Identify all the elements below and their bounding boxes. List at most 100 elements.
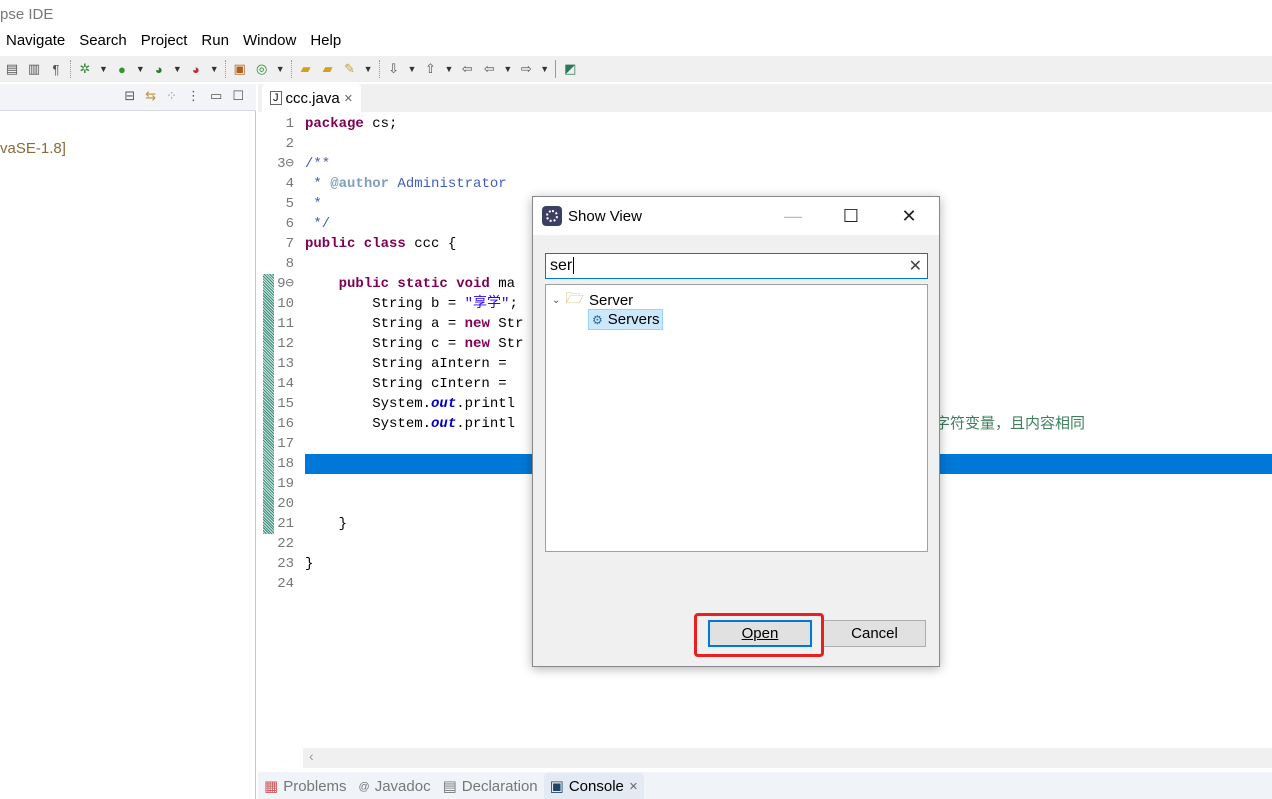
new-class-icon[interactable]: ◎ xyxy=(254,61,270,77)
code-line: /** xyxy=(305,156,331,172)
minimize-icon[interactable]: ▭ xyxy=(210,88,222,104)
run-icon[interactable]: ● xyxy=(114,61,130,77)
coverage-icon[interactable]: ◕ xyxy=(151,61,167,77)
external-tools-icon[interactable]: ◕ xyxy=(188,61,204,77)
cancel-button[interactable]: Cancel xyxy=(823,620,926,647)
tab-javadoc[interactable]: @ Javadoc xyxy=(353,774,437,799)
chevron-down-icon[interactable]: ⌄ xyxy=(552,295,560,306)
menu-navigate[interactable]: Navigate xyxy=(6,32,65,54)
show-view-dialog: Show View — ☐ ✕ ser ✕ ⌄ 🗁 Server ⚙ Serve… xyxy=(532,196,940,667)
pin-editor-icon[interactable]: ◩ xyxy=(562,61,578,77)
line-number: 13 xyxy=(277,356,294,372)
toolbar: ▤ ▥ ¶ ✲ ▼ ● ▼ ◕ ▼ ◕ ▼ ▣ ◎ ▼ ▰ ▰ ✎ ▼ ⇩ ▼ ⇧ ▼ ⇦ ⇦ ▼… xyxy=(0,56,1272,82)
menu-search[interactable]: Search xyxy=(79,32,127,54)
tree-node-servers[interactable]: ⚙ Servers xyxy=(588,309,664,330)
dropdown-icon[interactable]: ▼ xyxy=(364,64,373,74)
search-icon[interactable]: ✎ xyxy=(342,61,358,77)
code-comment: 字符变量，且内容相同 xyxy=(935,415,1086,432)
new-package-icon[interactable]: ▣ xyxy=(232,61,248,77)
line-number: 6 xyxy=(285,216,294,232)
button-label: Cancel xyxy=(851,625,898,642)
forward-icon[interactable]: ⇨ xyxy=(518,61,534,77)
dropdown-icon[interactable]: ▼ xyxy=(173,64,182,74)
line-number: 14 xyxy=(277,376,294,392)
dialog-title-bar: Show View — ☐ ✕ xyxy=(533,197,939,235)
jre-library-item[interactable]: vaSE-1.8] xyxy=(0,140,66,157)
toggle-icon[interactable]: ▤ xyxy=(4,61,20,77)
back-icon[interactable]: ⇦ xyxy=(481,61,497,77)
tab-ccc-java[interactable]: J ccc.java ✕ xyxy=(262,84,361,112)
filter-input[interactable]: ser ✕ xyxy=(545,253,928,279)
dialog-title: Show View xyxy=(568,207,642,225)
dropdown-icon[interactable]: ▼ xyxy=(99,64,108,74)
dropdown-icon[interactable]: ▼ xyxy=(408,64,417,74)
line-number: 18 xyxy=(277,456,294,472)
menu-bar: Navigate Search Project Run Window Help xyxy=(0,30,1272,54)
code-line: */ xyxy=(305,216,331,232)
code-line: public static void ma xyxy=(338,276,516,292)
problems-icon: ▦ xyxy=(264,778,279,795)
code-line: String cIntern = xyxy=(305,376,516,392)
code-line: } xyxy=(305,516,348,532)
line-number: 9⊖ xyxy=(277,276,294,292)
line-number: 3⊖ xyxy=(277,156,294,172)
code-line: String a = new Str xyxy=(305,316,524,332)
block-icon[interactable]: ▥ xyxy=(26,61,42,77)
node-label: Servers xyxy=(607,311,660,328)
whitespace-icon[interactable]: ¶ xyxy=(48,61,64,77)
dropdown-icon[interactable]: ▼ xyxy=(136,64,145,74)
horizontal-scrollbar[interactable]: ‹ xyxy=(303,748,1272,768)
scroll-left-icon[interactable]: ‹ xyxy=(309,748,314,764)
line-number: 17 xyxy=(277,436,294,452)
tab-console[interactable]: ▣ Console ✕ xyxy=(543,773,645,799)
code-line: * xyxy=(305,196,322,212)
close-icon[interactable]: ✕ xyxy=(629,780,638,793)
minimize-button[interactable]: — xyxy=(770,197,816,235)
focus-icon[interactable]: ⁘ xyxy=(166,88,177,104)
menu-project[interactable]: Project xyxy=(141,32,188,54)
maximize-button[interactable]: ☐ xyxy=(828,197,874,235)
prev-annotation-icon[interactable]: ⇧ xyxy=(422,61,438,77)
code-line: } xyxy=(305,556,314,572)
code-line: public class ccc { xyxy=(305,236,457,252)
dropdown-icon[interactable]: ▼ xyxy=(276,64,285,74)
separator xyxy=(70,60,71,78)
line-number: 12 xyxy=(277,336,294,352)
menu-run[interactable]: Run xyxy=(201,32,229,54)
bottom-tab-bar: ▦ Problems @ Javadoc ▤ Declaration ▣ Console… xyxy=(258,772,1272,799)
tab-declaration[interactable]: ▤ Declaration xyxy=(437,773,544,799)
dropdown-icon[interactable]: ▼ xyxy=(540,64,549,74)
line-number: 15 xyxy=(277,396,294,412)
line-number: 1 xyxy=(285,116,294,132)
menu-window[interactable]: Window xyxy=(243,32,296,54)
link-editor-icon[interactable]: ⇆ xyxy=(145,88,156,104)
clear-icon[interactable]: ✕ xyxy=(909,256,922,276)
annotation-highlight-box xyxy=(694,613,824,657)
menu-help[interactable]: Help xyxy=(310,32,341,54)
dropdown-icon[interactable]: ▼ xyxy=(444,64,453,74)
view-menu-icon[interactable]: ⋮ xyxy=(187,88,200,104)
close-icon[interactable]: ✕ xyxy=(344,92,353,105)
line-number: 21 xyxy=(277,516,294,532)
close-button[interactable]: ✕ xyxy=(886,197,932,235)
maximize-icon[interactable]: ☐ xyxy=(232,88,244,104)
code-line: String b = "享学"; xyxy=(305,296,518,312)
line-number: 16 xyxy=(277,416,294,432)
line-number: 23 xyxy=(277,556,294,572)
view-tree: ⌄ 🗁 Server ⚙ Servers xyxy=(545,284,928,552)
open-folder-icon[interactable]: ▰ xyxy=(320,61,336,77)
tab-problems[interactable]: ▦ Problems xyxy=(258,773,353,799)
filter-value: ser xyxy=(550,257,573,274)
dropdown-icon[interactable]: ▼ xyxy=(503,64,512,74)
last-edit-icon[interactable]: ⇦ xyxy=(459,61,475,77)
open-type-icon[interactable]: ▰ xyxy=(298,61,314,77)
line-number: 7 xyxy=(285,236,294,252)
collapse-all-icon[interactable]: ⊟ xyxy=(124,88,135,104)
servers-icon: ⚙ xyxy=(592,312,603,327)
dropdown-icon[interactable]: ▼ xyxy=(210,64,219,74)
separator xyxy=(224,60,226,78)
debug-icon[interactable]: ✲ xyxy=(77,61,93,77)
eclipse-icon xyxy=(542,206,562,226)
next-annotation-icon[interactable]: ⇩ xyxy=(386,61,402,77)
line-number: 10 xyxy=(277,296,294,312)
